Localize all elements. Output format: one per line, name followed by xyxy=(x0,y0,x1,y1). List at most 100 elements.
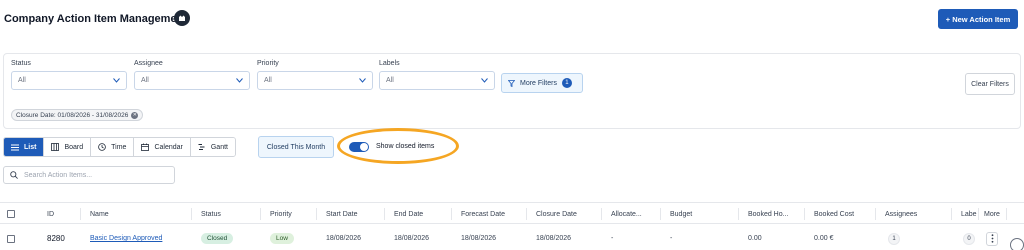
row-priority: Low xyxy=(270,227,294,250)
tab-calendar[interactable]: Calendar xyxy=(134,138,191,156)
col-labels[interactable]: Labe xyxy=(961,203,977,225)
col-allocated[interactable]: Allocate... xyxy=(611,203,642,225)
tab-board-label: Board xyxy=(64,143,84,151)
labels-select[interactable]: All xyxy=(379,71,495,90)
row-checkbox[interactable] xyxy=(7,227,15,250)
row-budget: - xyxy=(670,235,673,242)
priority-badge: Low xyxy=(270,233,294,244)
row-assignees[interactable]: 1 xyxy=(888,227,900,250)
search-icon xyxy=(10,171,18,179)
col-closure-date[interactable]: Closure Date xyxy=(536,203,577,225)
checkbox[interactable] xyxy=(7,210,15,218)
closure-date-chip[interactable]: Closure Date: 01/08/2026 - 31/08/2026 ✕ xyxy=(11,109,144,121)
tab-list-label: List xyxy=(24,143,37,151)
col-id[interactable]: ID xyxy=(47,203,54,225)
col-booked-hours[interactable]: Booked Ho... xyxy=(748,203,788,225)
table-row[interactable]: 8280 Basic Design Approved Closed Low 18… xyxy=(0,227,1024,250)
chevron-down-icon xyxy=(481,77,488,84)
col-forecast-date[interactable]: Forecast Date xyxy=(461,203,505,225)
status-select[interactable]: All xyxy=(11,71,127,90)
col-priority[interactable]: Priority xyxy=(270,203,292,225)
filter-panel: Status All Assignee All Priority All Lab… xyxy=(3,53,1021,129)
priority-filter: Priority All xyxy=(257,60,373,90)
tab-calendar-label: Calendar xyxy=(154,143,183,151)
col-status[interactable]: Status xyxy=(201,203,221,225)
filter-icon xyxy=(508,79,515,87)
assignee-filter-label: Assignee xyxy=(134,60,163,67)
row-booked-cost: 0.00 € xyxy=(814,235,834,242)
more-filters-count: 1 xyxy=(561,78,572,88)
labels-filter-label: Labels xyxy=(379,60,400,67)
calendar-icon xyxy=(141,143,150,151)
clock-icon xyxy=(98,143,106,151)
row-allocated: - xyxy=(611,235,614,242)
assignee-select-value: All xyxy=(141,77,149,84)
row-booked-hours: 0.00 xyxy=(748,235,762,242)
col-assignees[interactable]: Assignees xyxy=(885,203,917,225)
app-logo-icon xyxy=(174,10,190,26)
row-name[interactable]: Basic Design Approved xyxy=(90,227,162,250)
col-start-date[interactable]: Start Date xyxy=(326,203,358,225)
board-icon xyxy=(51,143,60,151)
labels-select-value: All xyxy=(386,77,394,84)
assignee-select[interactable]: All xyxy=(134,71,250,90)
priority-select[interactable]: All xyxy=(257,71,373,90)
col-more: More xyxy=(984,210,1000,218)
tab-time[interactable]: Time xyxy=(91,138,135,156)
assignee-filter: Assignee All xyxy=(134,60,250,90)
row-status: Closed xyxy=(201,227,234,250)
priority-filter-label: Priority xyxy=(257,60,279,67)
row-start-date: 18/08/2026 xyxy=(326,235,362,242)
search-input[interactable]: Search Action Items... xyxy=(3,166,175,184)
new-action-item-button[interactable]: + New Action Item xyxy=(938,9,1018,29)
kebab-icon xyxy=(991,234,993,243)
status-filter: Status All xyxy=(11,60,127,90)
more-options-button[interactable] xyxy=(986,231,998,246)
status-select-value: All xyxy=(18,77,26,84)
row-id: 8280 xyxy=(47,234,65,243)
close-icon[interactable]: ✕ xyxy=(131,111,139,119)
tab-list[interactable]: List xyxy=(4,138,45,156)
status-badge: Closed xyxy=(201,233,234,244)
table-header: ID Name Status Priority Start Date End D… xyxy=(0,202,1024,224)
select-all-checkbox[interactable] xyxy=(7,203,15,225)
more-filters-button[interactable]: More Filters 1 xyxy=(501,73,583,93)
closed-this-month-button[interactable]: Closed This Month xyxy=(258,136,334,158)
tab-time-label: Time xyxy=(111,143,127,151)
tab-board[interactable]: Board xyxy=(44,138,92,156)
assignees-count[interactable]: 1 xyxy=(888,232,900,245)
chevron-down-icon xyxy=(236,77,243,84)
top-bar: Company Action Item Management + New Act… xyxy=(0,0,1024,38)
search-placeholder: Search Action Items... xyxy=(24,171,93,179)
row-labels[interactable]: 0 xyxy=(963,227,975,250)
help-icon[interactable] xyxy=(1010,238,1024,250)
col-name[interactable]: Name xyxy=(90,203,109,225)
page-title: Company Action Item Management xyxy=(4,13,187,25)
row-name-link[interactable]: Basic Design Approved xyxy=(90,235,162,242)
more-filters-label: More Filters xyxy=(520,79,557,87)
labels-filter: Labels All xyxy=(379,60,495,90)
col-booked-cost[interactable]: Booked Cost xyxy=(814,203,854,225)
clear-filters-button[interactable]: Clear Filters xyxy=(965,73,1015,95)
checkbox[interactable] xyxy=(7,234,15,243)
closure-date-chip-label: Closure Date: 01/08/2026 - 31/08/2026 xyxy=(16,111,129,119)
show-closed-toggle[interactable] xyxy=(349,142,369,152)
col-end-date[interactable]: End Date xyxy=(394,203,423,225)
row-closure-date: 18/08/2026 xyxy=(536,235,572,242)
row-more[interactable] xyxy=(986,227,998,250)
list-icon xyxy=(11,144,19,150)
show-closed-label: Show closed items xyxy=(376,143,435,150)
row-end-date: 18/08/2026 xyxy=(394,235,430,242)
chevron-down-icon xyxy=(113,77,120,84)
chevron-down-icon xyxy=(359,77,366,84)
labels-count[interactable]: 0 xyxy=(963,232,975,245)
priority-select-value: All xyxy=(264,77,272,84)
col-budget[interactable]: Budget xyxy=(670,203,692,225)
action-items-table: ID Name Status Priority Start Date End D… xyxy=(0,202,1024,250)
view-switcher: List Board Time Calendar Gantt xyxy=(3,137,236,157)
status-filter-label: Status xyxy=(11,60,31,67)
row-forecast-date: 18/08/2026 xyxy=(461,235,497,242)
toggle-knob xyxy=(360,143,368,151)
tab-gantt[interactable]: Gantt xyxy=(190,138,235,156)
gantt-icon xyxy=(198,144,205,150)
